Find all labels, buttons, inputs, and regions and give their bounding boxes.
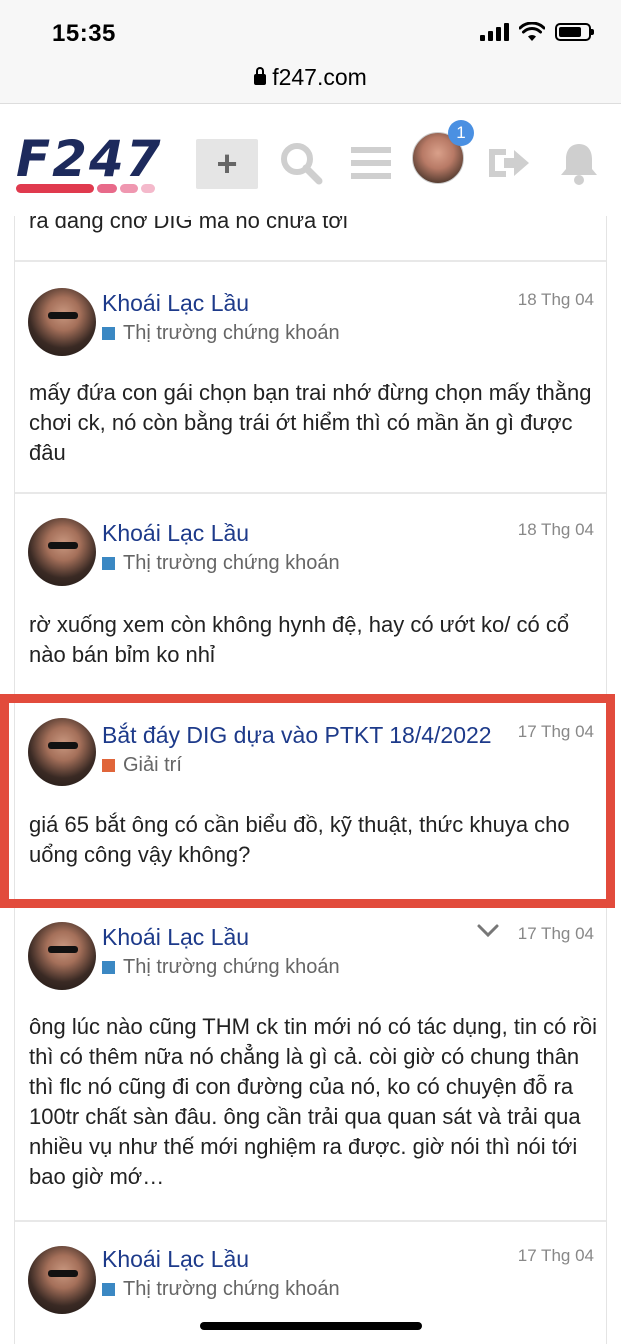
home-indicator <box>200 1322 422 1330</box>
wifi-icon <box>519 22 545 41</box>
chevron-down-icon[interactable] <box>476 922 500 945</box>
post-title[interactable]: Bắt đáy DIG dựa vào PTKT 18/4/2022 <box>102 722 492 749</box>
list-item[interactable]: Khoái Lạc Lầu 17 Thg 04 Thị trường chứng… <box>15 908 606 1218</box>
category-label: Giải trí <box>123 754 182 776</box>
post-category[interactable]: Giải trí <box>102 754 182 777</box>
post-date[interactable]: 17 Thg 04 <box>518 722 594 742</box>
post-title[interactable]: Khoái Lạc Lầu <box>102 924 249 951</box>
post-date[interactable]: 17 Thg 04 <box>518 1246 594 1266</box>
category-square-icon <box>102 327 115 340</box>
logout-icon[interactable] <box>486 140 532 186</box>
avatar[interactable] <box>28 518 96 586</box>
category-label: Thị trường chứng khoán <box>123 1278 340 1300</box>
post-title[interactable]: Khoái Lạc Lầu <box>102 520 249 547</box>
post-title[interactable]: Khoái Lạc Lầu <box>102 1246 249 1273</box>
category-square-icon <box>102 759 115 772</box>
post-body: ông lúc nào cũng THM ck tin mới nó có tá… <box>29 1014 597 1189</box>
battery-icon <box>555 23 594 41</box>
post-date[interactable]: 18 Thg 04 <box>518 290 594 310</box>
category-square-icon <box>102 557 115 570</box>
post-title[interactable]: Khoái Lạc Lầu <box>102 290 249 317</box>
post-category[interactable]: Thị trường chứng khoán <box>102 322 340 345</box>
category-label: Thị trường chứng khoán <box>123 956 340 978</box>
avatar[interactable] <box>28 288 96 356</box>
post-body: giá 65 bắt ông có cần biểu đồ, kỹ thuật,… <box>29 812 570 867</box>
post-feed: ra đang chờ DIG mà nó chưa tới Khoái Lạc… <box>14 216 607 1344</box>
status-bar: 15:35 <box>0 0 621 62</box>
notification-count-badge: 1 <box>448 120 474 146</box>
site-logo[interactable]: F247 <box>16 130 194 193</box>
bell-icon[interactable] <box>556 140 602 186</box>
category-label: Thị trường chứng khoán <box>123 322 340 344</box>
post-body: rờ xuống xem còn không hynh đệ, hay có ư… <box>29 612 570 667</box>
post-category[interactable]: Thị trường chứng khoán <box>102 552 340 575</box>
avatar[interactable] <box>28 718 96 786</box>
post-date[interactable]: 17 Thg 04 <box>518 924 594 944</box>
status-time: 15:35 <box>52 20 116 47</box>
logo-underline <box>16 184 194 193</box>
url-text: f247.com <box>272 64 367 90</box>
create-post-button[interactable]: + <box>196 139 258 189</box>
status-icons <box>480 22 594 42</box>
list-item[interactable]: Khoái Lạc Lầu 18 Thg 04 Thị trường chứng… <box>15 260 606 492</box>
avatar[interactable] <box>28 922 96 990</box>
logo-text: F247 <box>16 130 163 188</box>
post-date[interactable]: 18 Thg 04 <box>518 520 594 540</box>
url-bar[interactable]: f247.com <box>0 62 621 104</box>
avatar[interactable] <box>28 1246 96 1314</box>
category-square-icon <box>102 961 115 974</box>
post-category[interactable]: Thị trường chứng khoán <box>102 956 340 979</box>
cellular-signal-icon <box>480 23 509 41</box>
menu-icon[interactable] <box>348 140 394 186</box>
list-item[interactable]: Khoái Lạc Lầu 18 Thg 04 Thị trường chứng… <box>15 492 606 692</box>
category-label: Thị trường chứng khoán <box>123 552 340 574</box>
lock-icon <box>254 67 267 85</box>
post-category[interactable]: Thị trường chứng khoán <box>102 1278 340 1301</box>
partial-post-text: ra đang chờ DIG mà nó chưa tới <box>29 216 348 233</box>
category-square-icon <box>102 1283 115 1296</box>
search-icon[interactable] <box>278 140 324 186</box>
post-body: mấy đứa con gái chọn bạn trai nhớ đừng c… <box>29 380 592 465</box>
list-item[interactable]: Bắt đáy DIG dựa vào PTKT 18/4/2022 17 Th… <box>15 696 606 900</box>
user-avatar[interactable]: 1 <box>412 120 474 184</box>
app-header: F247 + 1 <box>0 104 621 216</box>
url-display[interactable]: f247.com <box>254 64 367 91</box>
